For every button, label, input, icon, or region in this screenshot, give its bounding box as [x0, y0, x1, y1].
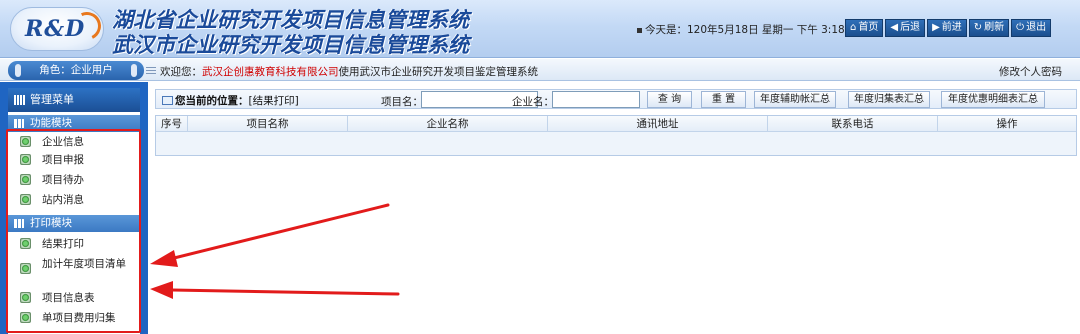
refresh-button-label: 刷新	[984, 22, 1005, 33]
header-banner: R&D 湖北省企业研究开发项目信息管理系统 武汉市企业研究开发项目信息管理系统 …	[0, 0, 1080, 58]
sidebar-item-result-print[interactable]: 结果打印	[8, 238, 140, 251]
today-value: 120年5月18日 星期一 下午 3:18:13	[687, 24, 862, 36]
role-pin-right	[131, 64, 137, 77]
sidebar-item-label: 项目申报	[42, 154, 84, 166]
forward-button-label: 前进	[941, 22, 962, 33]
annual-preferential-detail-summary-button[interactable]: 年度优惠明细表汇总	[941, 91, 1045, 108]
square-bullet-icon	[637, 27, 642, 33]
table-header: 序号 项目名称 企业名称 通讯地址 联系电话 操作	[156, 116, 1076, 132]
sidebar-item-label: 结果打印	[42, 238, 84, 250]
bullet-icon	[20, 263, 31, 274]
company-name-input[interactable]	[552, 91, 640, 108]
grid-icon	[14, 95, 26, 105]
forward-button[interactable]: ▶ 前进	[927, 19, 967, 37]
back-button[interactable]: ◀ 后退	[885, 19, 926, 37]
sidebar-item-project-todo[interactable]: 项目待办	[8, 174, 140, 187]
role-pin-left	[15, 64, 21, 77]
arrow-left-icon: ◀	[890, 22, 899, 33]
change-password-link[interactable]: 修改个人密码	[999, 64, 1062, 79]
results-table: 序号 项目名称 企业名称 通讯地址 联系电话 操作	[155, 115, 1077, 156]
sidebar-item-label: 项目信息表	[42, 292, 95, 304]
sidebar-panel: 管理菜单 功能模块 企业信息 项目申报 项目待办 站内消息 打印模块 结果打印 …	[8, 88, 140, 334]
search-toolbar: 您当前的位置：[结果打印] 项目名： 企业名： 查 询 重 置 年度辅助帐汇总 …	[155, 89, 1077, 109]
app-window: R&D 湖北省企业研究开发项目信息管理系统 武汉市企业研究开发项目信息管理系统 …	[0, 0, 1080, 334]
menu-lines-icon	[146, 67, 156, 76]
company-name-link: 武汉企创惠教育科技有限公司	[202, 66, 339, 78]
welcome-prefix: 欢迎您：	[160, 66, 202, 78]
query-button[interactable]: 查 询	[647, 91, 692, 108]
sidebar-item-project-info-table[interactable]: 项目信息表	[8, 292, 140, 305]
sidebar-item-label: 单项目费用归集	[42, 312, 116, 324]
annotation-arrow-lower	[150, 281, 400, 299]
role-badge: 角色：企业用户	[8, 61, 144, 80]
sidebar: 管理菜单 功能模块 企业信息 项目申报 项目待办 站内消息 打印模块 结果打印 …	[0, 82, 148, 334]
home-button-label: 首页	[858, 22, 879, 33]
today-display: 今天是：120年5月18日 星期一 下午 3:18:13	[637, 22, 862, 37]
role-label: 角色：企业用户	[39, 64, 113, 76]
reset-button[interactable]: 重 置	[701, 91, 746, 108]
sidebar-item-single-project-expense[interactable]: 单项目费用归集	[8, 312, 140, 325]
location-label: 您当前的位置：	[175, 95, 249, 107]
module-icon	[14, 219, 24, 228]
home-button[interactable]: ⌂ 首页	[845, 19, 884, 37]
sidebar-item-label: 加计年度项目清单	[42, 258, 126, 270]
nav-button-group: ⌂ 首页 ◀ 后退 ▶ 前进 ↻ 刷新 ⏻ 退出	[845, 19, 1052, 37]
sidebar-item-project-declare[interactable]: 项目申报	[8, 154, 140, 167]
project-name-label: 项目名：	[381, 96, 423, 108]
back-button-label: 后退	[900, 22, 921, 33]
column-header-phone: 联系电话	[768, 116, 938, 132]
welcome-suffix: 使用武汉市企业研究开发项目鉴定管理系统	[338, 66, 539, 78]
annotation-arrow-upper	[150, 203, 390, 267]
bullet-icon	[20, 312, 31, 323]
breadcrumb: 您当前的位置：[结果打印]	[162, 93, 299, 108]
module-label-print: 打印模块	[30, 217, 72, 229]
bullet-icon	[20, 238, 31, 249]
module-icon	[14, 119, 24, 128]
sidebar-item-site-messages[interactable]: 站内消息	[8, 194, 140, 207]
bullet-icon	[20, 194, 31, 205]
module-header-function[interactable]: 功能模块	[8, 115, 140, 132]
today-label: 今天是：	[645, 24, 687, 36]
management-menu-header: 管理菜单	[8, 88, 140, 112]
sidebar-item-annual-deduction-list[interactable]: 加计年度项目清单	[8, 258, 140, 274]
annual-aux-account-summary-button[interactable]: 年度辅助帐汇总	[754, 91, 836, 108]
annual-collection-table-summary-button[interactable]: 年度归集表汇总	[848, 91, 930, 108]
location-icon	[162, 96, 173, 105]
refresh-button[interactable]: ↻ 刷新	[968, 19, 1010, 37]
home-icon: ⌂	[850, 22, 857, 33]
arrow-right-icon: ▶	[932, 22, 940, 33]
refresh-icon: ↻	[973, 22, 983, 33]
user-info-bar: 角色：企业用户 欢迎您：武汉企创惠教育科技有限公司使用武汉市企业研究开发项目鉴定…	[0, 59, 1080, 81]
logout-button[interactable]: ⏻ 退出	[1011, 19, 1052, 37]
bullet-icon	[20, 174, 31, 185]
column-header-address: 通讯地址	[548, 116, 768, 132]
sidebar-item-label: 项目待办	[42, 174, 84, 186]
sidebar-item-label: 企业信息	[42, 136, 84, 148]
column-header-company-name: 企业名称	[348, 116, 548, 132]
power-icon: ⏻	[1016, 22, 1025, 33]
column-header-project-name: 项目名称	[188, 116, 348, 132]
logo-text: R&D	[25, 16, 86, 42]
management-menu-title: 管理菜单	[30, 93, 74, 106]
logout-button-label: 退出	[1026, 22, 1047, 33]
module-header-print[interactable]: 打印模块	[8, 215, 140, 232]
column-header-actions: 操作	[996, 118, 1018, 130]
column-header-index: 序号	[156, 116, 188, 132]
bullet-icon	[20, 154, 31, 165]
bullet-icon	[20, 136, 31, 147]
sidebar-item-label: 站内消息	[42, 194, 84, 206]
location-value: [结果打印]	[248, 95, 299, 107]
bullet-icon	[20, 292, 31, 303]
system-title-wuhan: 武汉市企业研究开发项目信息管理系统	[112, 32, 469, 57]
welcome-message: 欢迎您：武汉企创惠教育科技有限公司使用武汉市企业研究开发项目鉴定管理系统	[146, 64, 538, 79]
module-label-function: 功能模块	[30, 117, 72, 129]
company-name-label: 企业名：	[512, 96, 554, 108]
rd-logo: R&D	[10, 7, 105, 51]
sidebar-item-company-info[interactable]: 企业信息	[8, 136, 140, 149]
